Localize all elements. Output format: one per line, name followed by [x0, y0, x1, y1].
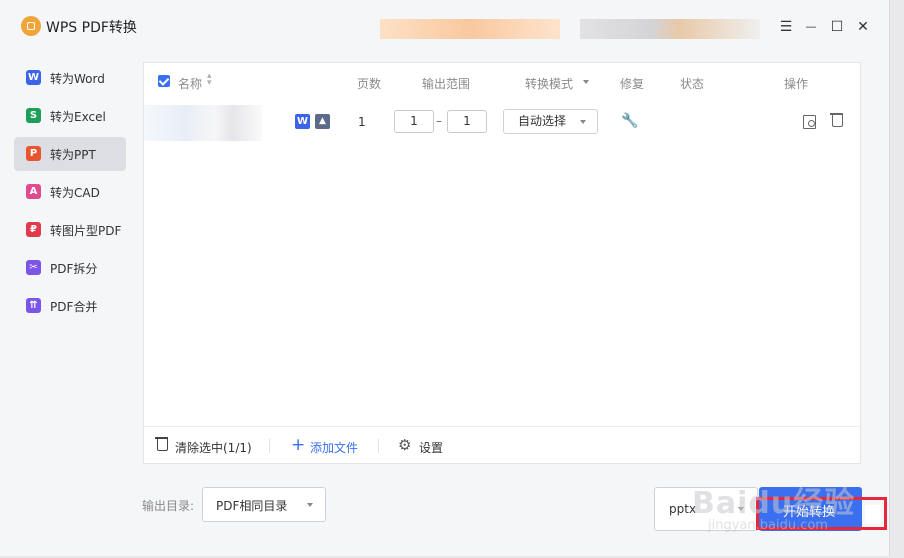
word-badge-icon: W — [295, 114, 310, 129]
wrench-icon[interactable]: 🔧 — [621, 113, 638, 129]
maximize-button[interactable]: ☐ — [827, 17, 847, 37]
app-title: WPS PDF转换 — [46, 20, 137, 36]
watermark-url: jingyan.baidu.com — [708, 518, 828, 533]
divider — [269, 439, 270, 453]
divider — [378, 439, 379, 453]
merge-icon: ⇈ — [26, 298, 41, 313]
chevron-down-icon — [307, 503, 313, 507]
sort-icon[interactable]: ▴ ▾ — [207, 72, 212, 88]
header-range: 输出范围 — [422, 77, 471, 91]
close-button[interactable]: ✕ — [853, 17, 873, 37]
word-icon: W — [26, 70, 41, 85]
settings-button[interactable]: 设置 — [419, 439, 443, 456]
trash-lid-icon — [830, 113, 843, 115]
clear-icon-lid — [155, 437, 168, 439]
watermark-text: Baidu经验 — [692, 486, 856, 521]
table-row[interactable]: W ▲ 1 1 – 1 自动选择 🔧 — [144, 101, 860, 143]
annotation-inner-box — [865, 505, 881, 523]
sidebar-item-word[interactable]: W 转为Word — [14, 61, 126, 95]
header-repair: 修复 — [620, 77, 645, 91]
header-mode[interactable]: 转换模式 — [525, 75, 573, 92]
image-pdf-icon: ₽ — [26, 222, 41, 237]
title-bar: WPS PDF转换 ☰ — ☐ ✕ — [0, 0, 890, 54]
range-from-input[interactable]: 1 — [394, 110, 434, 133]
mode-dropdown-icon[interactable] — [583, 80, 589, 84]
header-pages: 页数 — [357, 77, 382, 91]
range-to-input[interactable]: 1 — [447, 110, 487, 133]
gear-icon: ⚙ — [398, 436, 412, 454]
redacted-area — [580, 19, 760, 39]
header-status: 状态 — [680, 77, 705, 91]
sidebar-item-label: PDF拆分 — [50, 262, 98, 276]
range-dash: – — [436, 114, 442, 128]
app-window: WPS PDF转换 ☰ — ☐ ✕ W 转为Word S 转为Excel P 转… — [0, 0, 890, 556]
clear-selected-button[interactable]: 清除选中(1/1) — [175, 439, 252, 456]
excel-icon: S — [26, 108, 41, 123]
preview-magnifier-icon — [808, 120, 815, 127]
sidebar-item-cad[interactable]: A 转为CAD — [14, 175, 126, 209]
split-icon: ✂ — [26, 260, 41, 275]
sidebar-item-label: 转为CAD — [50, 186, 100, 200]
page-count: 1 — [358, 115, 366, 129]
ppt-icon: P — [26, 146, 41, 161]
trash-icon[interactable] — [832, 115, 843, 127]
sidebar-item-ppt[interactable]: P 转为PPT — [14, 137, 126, 171]
sidebar-item-label: 转为Excel — [50, 110, 106, 124]
redacted-filename — [144, 105, 262, 141]
menu-icon[interactable]: ☰ — [776, 17, 796, 37]
sidebar-item-label: 转为Word — [50, 72, 105, 86]
sidebar-item-excel[interactable]: S 转为Excel — [14, 99, 126, 133]
add-icon: + — [291, 435, 306, 455]
output-dir-value: PDF相同目录 — [216, 499, 288, 513]
sidebar-item-label: 转图片型PDF — [50, 224, 122, 238]
file-list-panel: 名称 ▴ ▾ 页数 输出范围 转换模式 修复 状态 操作 W ▲ 1 1 – 1 … — [143, 62, 861, 464]
header-name[interactable]: 名称 — [178, 75, 202, 92]
sidebar-item-pdf-merge[interactable]: ⇈ PDF合并 — [14, 289, 126, 323]
select-all-checkbox[interactable] — [158, 75, 170, 87]
clear-icon — [157, 439, 168, 451]
header-action: 操作 — [784, 77, 809, 91]
sidebar-item-pdf-split[interactable]: ✂ PDF拆分 — [14, 251, 126, 285]
redacted-area — [380, 19, 560, 39]
panel-footer: 清除选中(1/1) + 添加文件 ⚙ 设置 — [144, 426, 860, 464]
sidebar-item-image-pdf[interactable]: ₽ 转图片型PDF — [14, 213, 126, 247]
sidebar-item-label: 转为PPT — [50, 148, 96, 162]
chevron-down-icon — [580, 120, 586, 124]
output-dir-select[interactable]: PDF相同目录 — [202, 487, 326, 522]
add-file-button[interactable]: 添加文件 — [310, 439, 358, 456]
wps-logo-icon — [21, 16, 41, 36]
cad-icon: A — [26, 184, 41, 199]
output-dir-label: 输出目录: — [142, 499, 195, 513]
image-badge-icon: ▲ — [315, 114, 330, 129]
minimize-button[interactable]: — — [801, 17, 821, 37]
sidebar-item-label: PDF合并 — [50, 300, 98, 314]
